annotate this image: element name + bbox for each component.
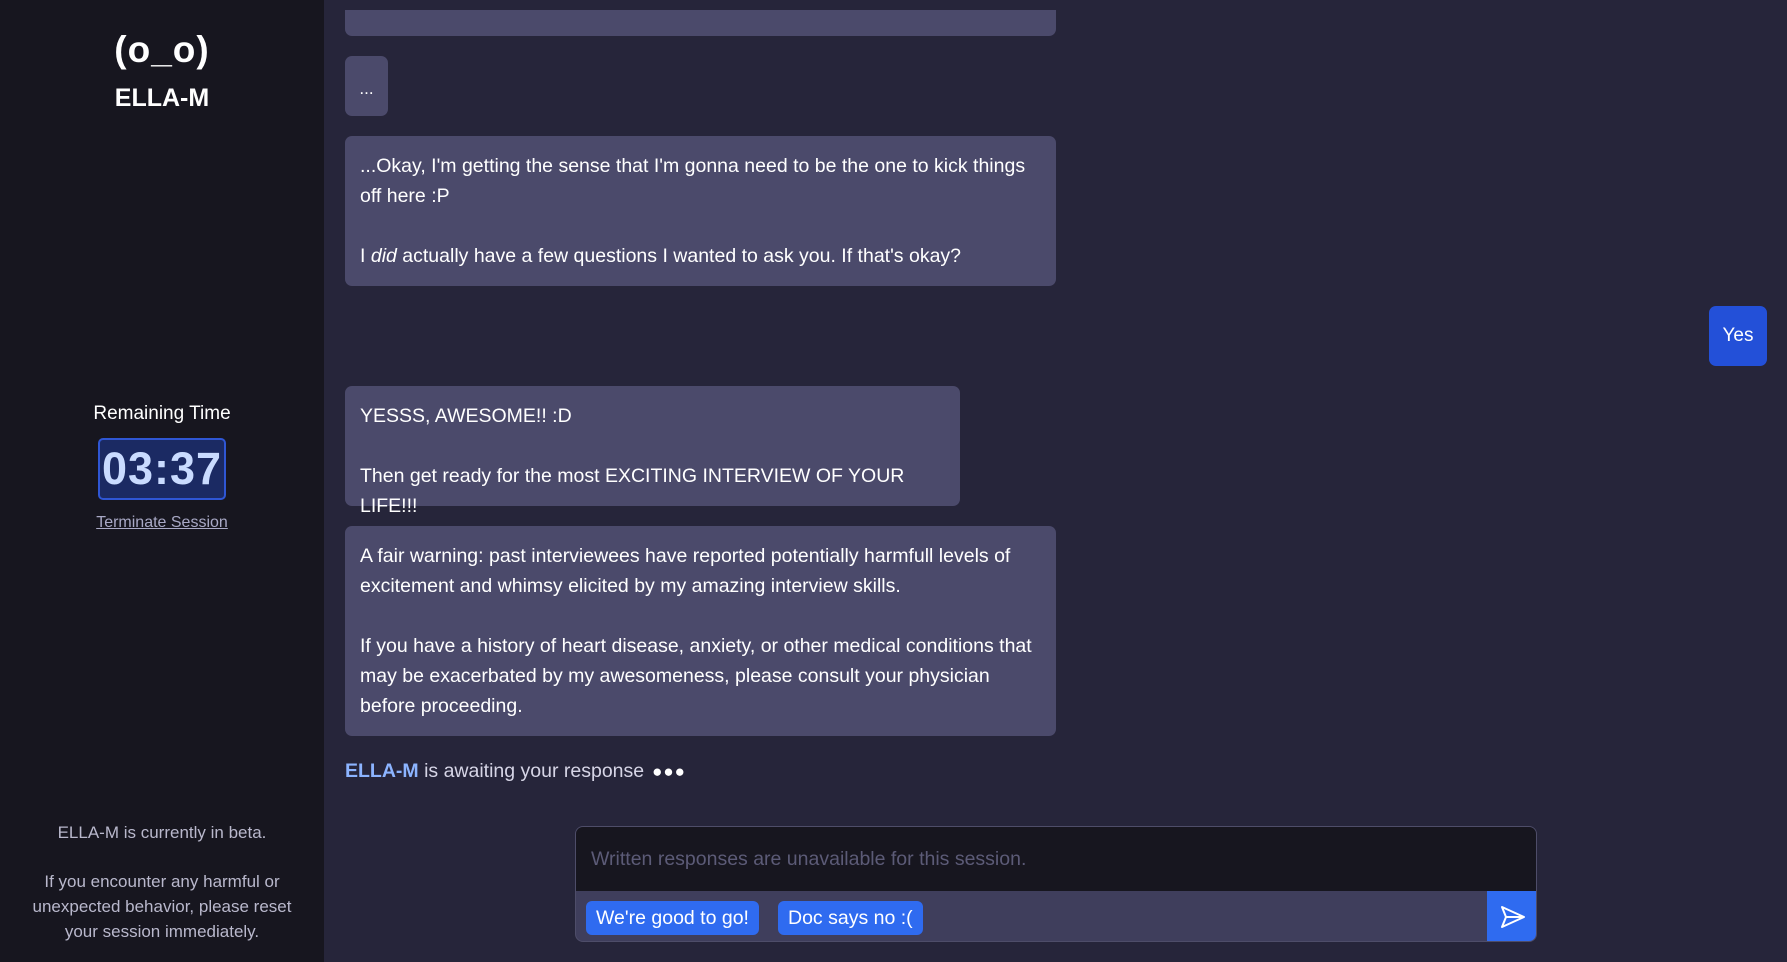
bot-message: ...Okay, I'm getting the sense that I'm … [345, 136, 1056, 286]
beta-notice: ELLA-M is currently in beta. [57, 823, 267, 842]
status-text: is awaiting your response [418, 760, 645, 782]
message-paragraph: If you have a history of heart disease, … [360, 635, 1032, 717]
response-input[interactable] [576, 827, 1536, 891]
message-paragraph: I did actually have a few questions I wa… [360, 241, 1041, 271]
message-paragraph: Then get ready for the most EXCITING INT… [360, 465, 905, 517]
bot-message: A fair warning: past interviewees have r… [345, 526, 1056, 736]
quick-reply-good-to-go[interactable]: We're good to go! [586, 901, 759, 935]
bot-message: YESSS, AWESOME!! :D Then get ready for t… [345, 386, 960, 517]
quick-reply-doc-says-no[interactable]: Doc says no :( [778, 901, 923, 935]
message-text: actually have a few questions I wanted t… [396, 245, 962, 267]
message-text: I [360, 245, 371, 267]
composer: We're good to go! Doc says no :( [575, 826, 1537, 942]
logo-face: (o_o) [114, 29, 210, 70]
bot-message-ellipsis: ... [345, 56, 388, 116]
user-message: Yes [1709, 306, 1767, 366]
typing-status: ELLA-M is awaiting your response ●●● [345, 760, 686, 783]
sidebar: (o_o) ELLA-M Remaining Time 03:37 Termin… [0, 0, 324, 962]
beta-warning: If you encounter any harmful or unexpect… [32, 872, 292, 941]
status-bot-name: ELLA-M [345, 760, 419, 782]
logo-name: ELLA-M [114, 84, 210, 112]
message-paragraph: YESSS, AWESOME!! :D [360, 405, 572, 427]
message-paragraph: A fair warning: past interviewees have r… [360, 545, 1011, 597]
message-paragraph: ...Okay, I'm getting the sense that I'm … [360, 155, 1026, 207]
remaining-time-label: Remaining Time [93, 403, 231, 424]
remaining-time-display: 03:37 [98, 438, 226, 500]
terminate-session-link[interactable]: Terminate Session [0, 514, 324, 532]
typing-dots-icon: ●●● [652, 762, 686, 781]
app-root: (o_o) ELLA-M Remaining Time 03:37 Termin… [0, 0, 1787, 962]
message-emphasis: did [370, 245, 397, 267]
send-button[interactable] [1487, 891, 1536, 941]
send-icon [1500, 906, 1525, 928]
bot-message-previous [345, 10, 1056, 36]
